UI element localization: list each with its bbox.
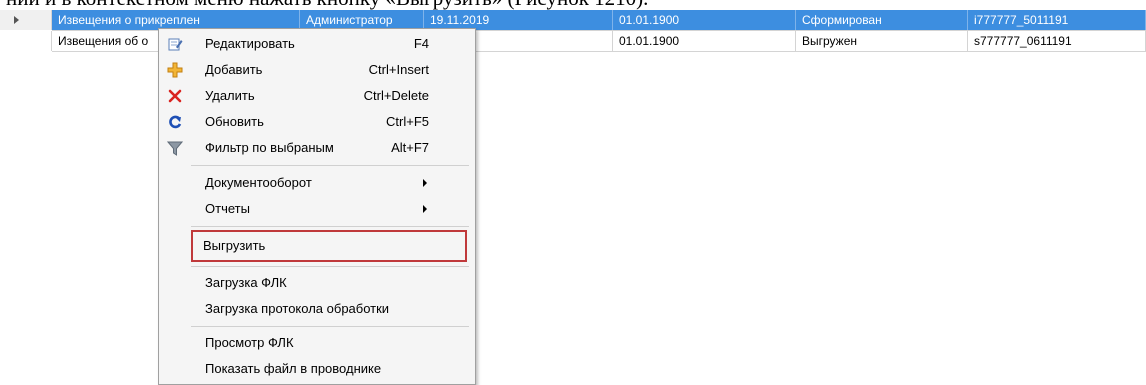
menu-item-refresh[interactable]: Обновить Ctrl+F5 [161,109,469,135]
menu-item-add[interactable]: Добавить Ctrl+Insert [161,57,469,83]
filter-icon [166,140,184,156]
cell-date-created[interactable]: 19.11.2019 [424,10,613,30]
cell-status[interactable]: Выгружен [796,31,968,51]
menu-item-shortcut: Ctrl+Insert [368,62,429,77]
delete-icon [167,88,183,104]
menu-item-label: Удалить [205,88,255,103]
menu-item-label: Загрузка протокола обработки [205,301,390,316]
menu-item-label: Редактировать [205,36,295,51]
current-row-arrow-icon [14,16,19,24]
row-indicator[interactable] [0,31,52,51]
menu-item-document-flow[interactable]: Документооборот [161,170,469,196]
menu-item-label: Загрузка ФЛК [205,275,287,290]
menu-item-view-flk[interactable]: Просмотр ФЛК [161,330,469,356]
menu-separator [191,266,469,267]
menu-separator [191,165,469,166]
menu-item-label: Выгрузить [203,238,266,253]
menu-item-edit[interactable]: Редактировать F4 [161,31,469,57]
cell-file[interactable]: s777777_0611191 [968,31,1146,51]
cell-date[interactable]: 01.01.1900 [613,10,796,30]
table-row[interactable]: Извещения о прикреплен Администратор 19.… [0,10,1146,30]
submenu-arrow-icon [423,205,427,213]
edit-icon [167,36,183,52]
caption-text: ний и в контекстном меню нажать кнопку «… [0,0,648,10]
refresh-icon [167,114,183,130]
menu-item-load-flk[interactable]: Загрузка ФЛК [161,270,469,296]
submenu-arrow-icon [423,179,427,187]
menu-item-shortcut: Ctrl+Delete [363,88,429,103]
menu-item-label: Фильтр по выбраным [205,140,334,155]
document-caption: ний и в контекстном меню нажать кнопку «… [0,0,1146,10]
cell-file[interactable]: i777777_5011191 [968,10,1146,30]
menu-item-shortcut: Alt+F7 [391,140,429,155]
menu-item-label: Показать файл в проводнике [205,361,382,376]
row-indicator[interactable] [0,10,52,30]
menu-item-export[interactable]: Выгрузить [191,230,467,262]
menu-item-shortcut: Ctrl+F5 [386,114,429,129]
cell-author[interactable]: Администратор [300,10,424,30]
add-icon [167,62,183,78]
menu-item-label: Просмотр ФЛК [205,335,294,350]
menu-separator [191,226,469,227]
menu-separator [191,326,469,327]
menu-item-label: Отчеты [205,201,250,216]
menu-item-delete[interactable]: Удалить Ctrl+Delete [161,83,469,109]
menu-item-label: Добавить [205,62,263,77]
menu-item-shortcut: F4 [413,36,429,51]
cell-name[interactable]: Извещения о прикреплен [52,10,300,30]
cell-status[interactable]: Сформирован [796,10,968,30]
menu-item-label: Документооборот [205,175,312,190]
menu-item-filter-selected[interactable]: Фильтр по выбраным Alt+F7 [161,135,469,161]
menu-item-load-protocol[interactable]: Загрузка протокола обработки [161,296,469,322]
menu-item-reports[interactable]: Отчеты [161,196,469,222]
cell-date[interactable]: 01.01.1900 [613,31,796,51]
menu-item-label: Обновить [205,114,264,129]
context-menu: Редактировать F4 Добавить Ctrl+Insert Уд… [158,28,476,385]
menu-item-show-in-explorer[interactable]: Показать файл в проводнике [161,356,469,382]
